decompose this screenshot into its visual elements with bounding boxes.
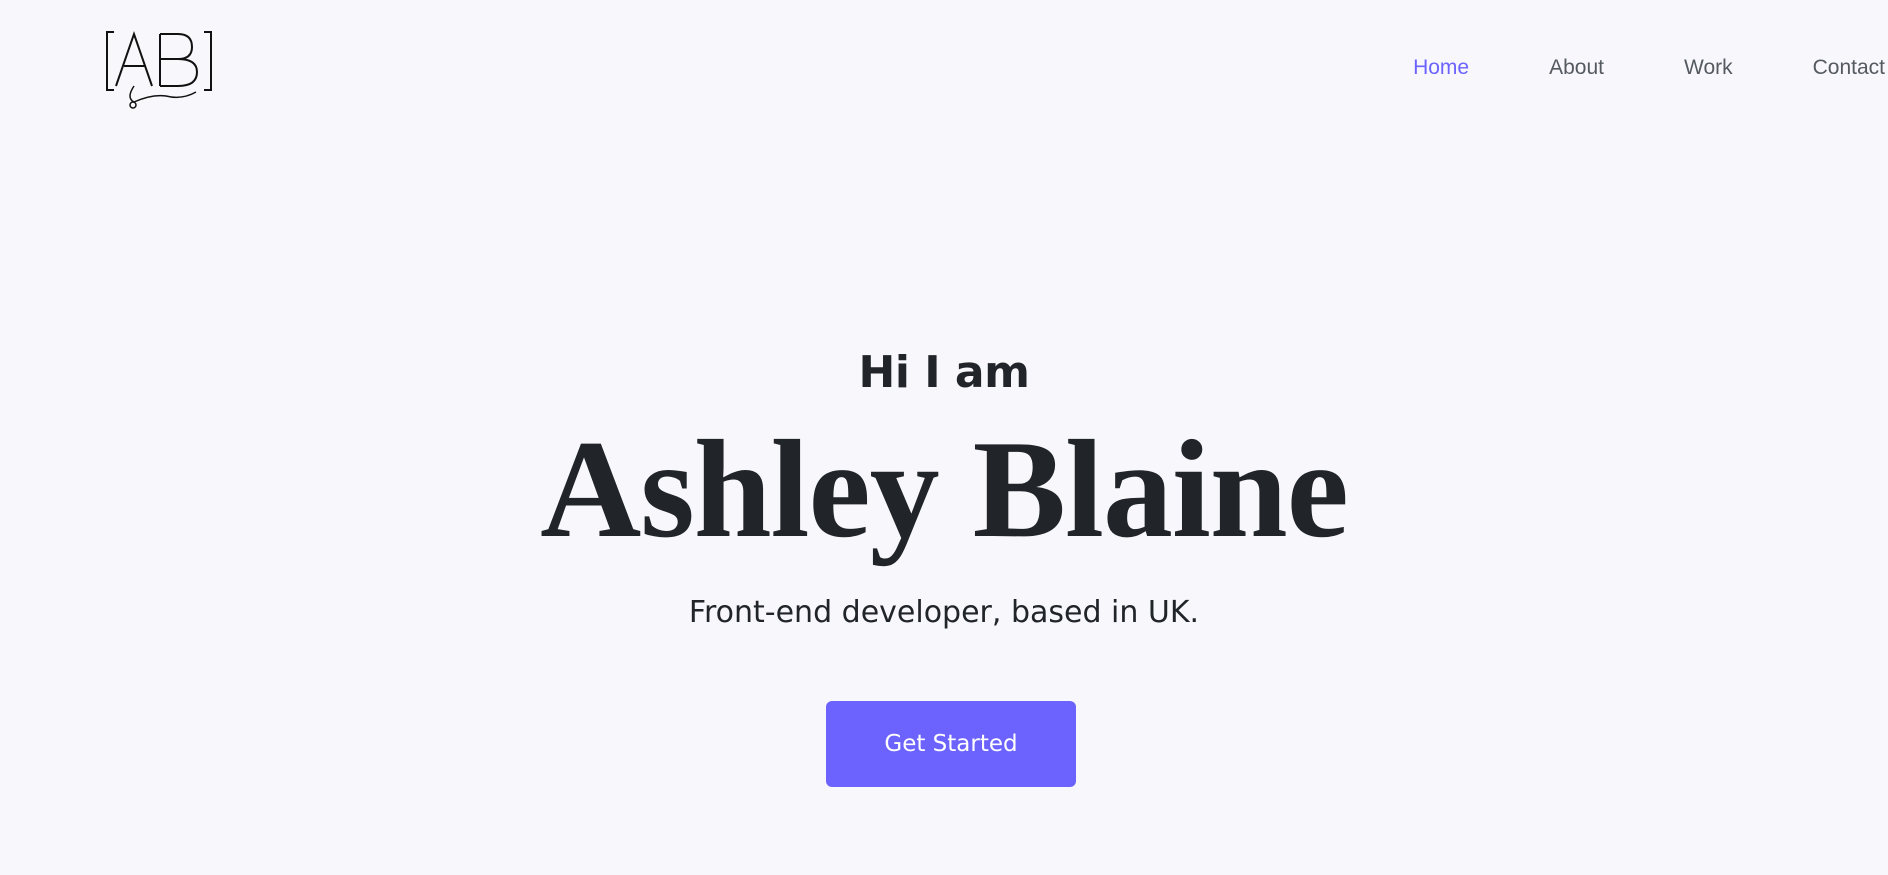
nav-item-work[interactable]: Work [1684, 56, 1733, 80]
hero-section: Hi I am Ashley Blaine Front-end develope… [0, 0, 1888, 875]
page: Home About Work Contact Hi I am Ashley B… [0, 0, 1888, 875]
hero-tagline: Front-end developer, based in UK. [688, 595, 1200, 630]
nav-item-about[interactable]: About [1549, 56, 1604, 80]
logo[interactable] [104, 28, 214, 112]
site-header: Home About Work Contact [0, 0, 1888, 120]
hero-greeting: Hi I am [858, 347, 1030, 398]
nav-item-home[interactable]: Home [1413, 56, 1469, 80]
get-started-button[interactable]: Get Started [826, 701, 1076, 787]
logo-mark-icon [106, 30, 212, 109]
main-nav: Home About Work Contact [1413, 50, 1888, 86]
hero-name: Ashley Blaine [540, 412, 1349, 567]
nav-item-contact[interactable]: Contact [1813, 56, 1885, 80]
